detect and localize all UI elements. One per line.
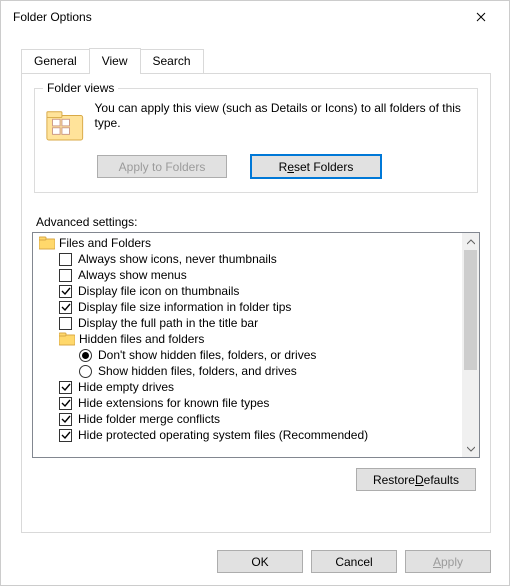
scrollbar-track[interactable] (462, 250, 479, 440)
ok-button[interactable]: OK (217, 550, 303, 573)
advanced-settings-label: Advanced settings: (36, 215, 480, 229)
chevron-up-icon (467, 239, 475, 245)
folder-views-legend: Folder views (43, 81, 118, 95)
advanced-settings-listbox[interactable]: Files and Folders Always show icons, nev… (32, 232, 480, 458)
chevron-down-icon (467, 446, 475, 452)
window-title: Folder Options (13, 10, 461, 24)
checkbox-icon (59, 413, 72, 426)
tab-view[interactable]: View (89, 48, 141, 74)
tab-search[interactable]: Search (140, 49, 204, 73)
tab-panel-view: Folder views You can apply this view (su… (21, 73, 491, 533)
folder-views-icon (45, 103, 85, 145)
checkbox-icon (59, 301, 72, 314)
apply-button: Apply (405, 550, 491, 573)
tree-item-always-show-icons[interactable]: Always show icons, never thumbnails (35, 251, 462, 267)
folder-icon (39, 236, 55, 250)
scrollbar-thumb[interactable] (464, 250, 477, 370)
advanced-settings-tree: Files and Folders Always show icons, nev… (33, 233, 462, 457)
tree-radio-dont-show-hidden[interactable]: Don't show hidden files, folders, or dri… (35, 347, 462, 363)
checkbox-icon (59, 269, 72, 282)
close-button[interactable] (461, 3, 501, 31)
tab-general[interactable]: General (21, 49, 90, 73)
tree-item-hide-protected-os-files[interactable]: Hide protected operating system files (R… (35, 427, 462, 443)
tree-item-display-full-path[interactable]: Display the full path in the title bar (35, 315, 462, 331)
folder-views-text: You can apply this view (such as Details… (95, 101, 467, 131)
radio-icon (79, 365, 92, 378)
tree-item-hide-merge-conflicts[interactable]: Hide folder merge conflicts (35, 411, 462, 427)
checkbox-icon (59, 429, 72, 442)
checkbox-icon (59, 285, 72, 298)
dialog-buttons: OK Cancel Apply (217, 550, 491, 573)
checkbox-icon (59, 253, 72, 266)
tree-item-hide-extensions[interactable]: Hide extensions for known file types (35, 395, 462, 411)
checkbox-icon (59, 317, 72, 330)
apply-to-folders-button: Apply to Folders (97, 155, 227, 178)
tree-radio-show-hidden[interactable]: Show hidden files, folders, and drives (35, 363, 462, 379)
reset-folders-button[interactable]: Reset Folders (251, 155, 381, 178)
tree-item-display-file-icon[interactable]: Display file icon on thumbnails (35, 283, 462, 299)
scroll-up-button[interactable] (462, 233, 479, 250)
cancel-button[interactable]: Cancel (311, 550, 397, 573)
titlebar: Folder Options (1, 1, 509, 33)
scrollbar-vertical[interactable] (462, 233, 479, 457)
folder-icon (59, 332, 75, 346)
radio-icon (79, 349, 92, 362)
tree-group-files-and-folders: Files and Folders (35, 235, 462, 251)
checkbox-icon (59, 381, 72, 394)
folder-views-group: Folder views You can apply this view (su… (34, 88, 478, 193)
folder-options-dialog: Folder Options General View Search Folde… (0, 0, 510, 586)
checkbox-icon (59, 397, 72, 410)
scroll-down-button[interactable] (462, 440, 479, 457)
close-icon (476, 12, 486, 22)
tree-item-always-show-menus[interactable]: Always show menus (35, 267, 462, 283)
restore-defaults-button[interactable]: Restore Defaults (356, 468, 476, 491)
tree-item-hide-empty-drives[interactable]: Hide empty drives (35, 379, 462, 395)
tabstrip: General View Search (21, 47, 509, 73)
tree-group-hidden-files: Hidden files and folders (35, 331, 462, 347)
tree-item-display-file-size[interactable]: Display file size information in folder … (35, 299, 462, 315)
